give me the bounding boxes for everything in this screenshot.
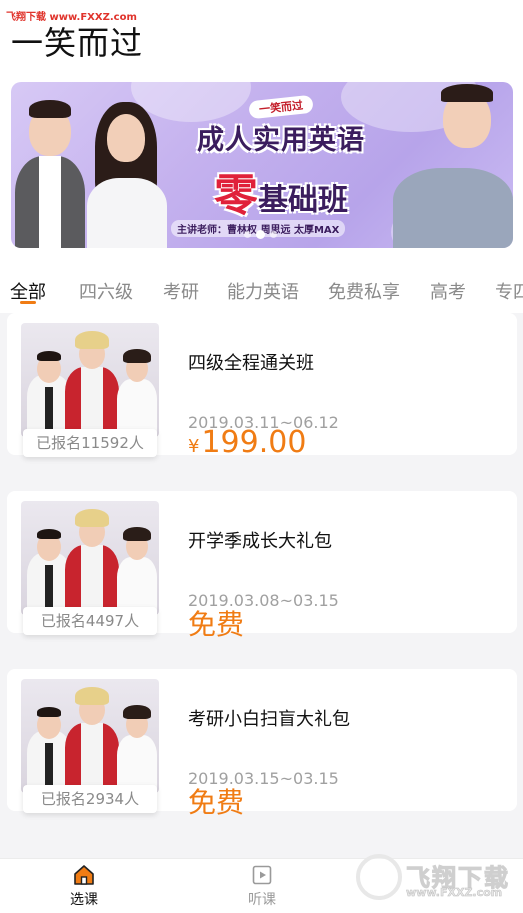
nav-select-course[interactable]: 选课 [54,863,114,909]
carousel-dot[interactable] [244,231,251,238]
watermark-small-text: www.FXXZ.com [406,886,503,900]
play-icon [252,865,272,885]
carousel-indicator[interactable] [244,230,277,239]
banner-title-line2: 零基础班 [171,159,391,223]
banner-subtitle: 一笑而过 [248,94,314,120]
enrolled-count: 已报名2934人 [23,785,157,813]
banner-headline: 一笑而过 成人实用英语 零基础班 [171,94,391,223]
tab-free[interactable]: 免费私享 [328,278,400,304]
banner-highlight: 零 [214,170,258,221]
tab-postgrad[interactable]: 考研 [163,278,199,304]
category-tabs: 全部 四六级 考研 能力英语 免费私享 高考 专四 [0,272,523,312]
course-thumbnail [21,679,159,793]
carousel-dot-active[interactable] [256,230,265,239]
free-label: 免费 [188,786,245,819]
carousel-dot[interactable] [270,231,277,238]
teacher-photo [15,88,85,248]
course-title: 考研小白扫盲大礼包 [188,709,350,730]
nav-listen-course[interactable]: 听课 [232,863,292,909]
course-title: 四级全程通关班 [188,353,314,374]
price-value: 199.00 [201,425,307,460]
home-icon [74,865,94,885]
course-card[interactable]: 已报名2934人 考研小白扫盲大礼包 2019.03.15~03.15 免费 [7,669,517,819]
course-title: 开学季成长大礼包 [188,531,332,552]
nav-label: 听课 [248,892,276,908]
teacher-photo [81,88,171,248]
currency-symbol: ¥ [188,436,200,457]
page-title: 一笑而过 [11,24,144,62]
enrolled-count: 已报名11592人 [23,429,157,457]
watermark-logo: 飞翔下载 www.FXXZ.com [356,852,516,904]
tab-tem4[interactable]: 专四 [495,278,523,304]
free-label: 免费 [188,608,245,641]
tab-ability-english[interactable]: 能力英语 [227,278,299,304]
enrolled-count: 已报名4497人 [23,607,157,635]
banner-title: 成人实用英语 [197,125,365,156]
course-thumbnail [21,323,159,437]
tab-cet[interactable]: 四六级 [79,278,133,304]
promo-banner[interactable]: 一笑而过 成人实用英语 零基础班 主讲老师：曹林权 周思远 太厚MAX [11,82,513,248]
course-card[interactable]: 已报名11592人 四级全程通关班 2019.03.11~06.12 ¥199.… [7,313,517,460]
active-tab-indicator [20,301,36,304]
course-card[interactable]: 已报名4497人 开学季成长大礼包 2019.03.08~03.15 免费 [7,491,517,641]
nav-label: 选课 [70,892,98,908]
teacher-photo [383,82,513,248]
watermark-circle [356,854,402,900]
banner-title-rest: 基础班 [258,183,348,218]
tab-gaokao[interactable]: 高考 [430,278,466,304]
course-thumbnail [21,501,159,615]
course-price: ¥199.00 [188,425,306,460]
